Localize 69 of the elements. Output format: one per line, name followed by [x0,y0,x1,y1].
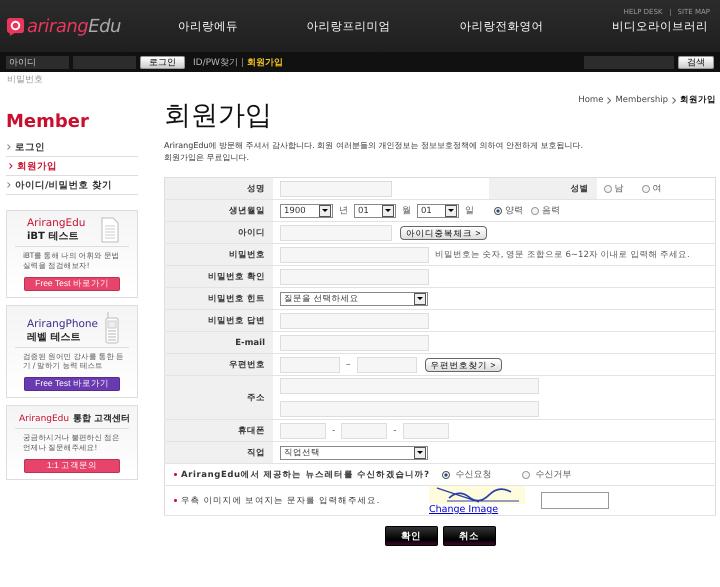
dropdown[interactable]: 01 [354,204,396,218]
unit-text: 일 [464,205,475,217]
card-brand: ArirangEdu [27,217,86,229]
dropdown[interactable]: 직업선택 [280,446,428,460]
separator-text: - [392,426,398,436]
radio-button[interactable]: 수신요청 [442,468,492,481]
nav-link[interactable]: 아리랑에듀 [156,18,260,34]
header-link[interactable]: ID/PW찾기 [193,56,238,68]
newsletter-question: ArirangEdu에서 제공하는 뉴스레터를 수신하겠습니까? [181,468,430,480]
nav-link[interactable]: 비디오라이브러리 [590,18,708,34]
card-brand: ArirangPhone [27,318,98,330]
radio-button[interactable]: 수신거부 [522,468,572,481]
dropdown[interactable]: 1900 [280,204,333,218]
radio-button[interactable]: 음력 [531,204,560,217]
intro-text: ArirangEdu에 방문해 주셔서 감사합니다. 회원 여러분들의 개인정보는 정보보호정책에 의하여 안전하게 보호됩니다. [164,140,584,152]
id-check-button[interactable]: 아이디중복체크 > [400,226,487,240]
header-link[interactable]: 회원가입 [246,56,283,68]
field-label: 주소 [164,376,273,420]
field-label: 휴대폰 [164,420,273,442]
unit-text: 월 [401,205,412,217]
breadcrumb-link[interactable]: 회원가입 [680,94,716,106]
free-test-button[interactable]: 1:1 고객문의 [24,458,120,472]
card-title: 레벨 테스트 [27,330,82,344]
sidebar-item[interactable]: 아이디/비밀번호 찾기 [6,176,138,194]
change-image-link[interactable]: Change Image [429,504,525,515]
logo[interactable]: arirangEdu [6,16,156,36]
zip-search-button[interactable]: 우편번호찾기 > [424,358,502,372]
card-title: iBT 테스트 [27,230,80,243]
field-label: 비밀번호 [164,244,273,266]
card-brand: ArirangEdu [19,414,70,424]
field-label: 직업 [164,442,273,464]
field-label: 우편번호 [164,354,273,376]
logo-text: arirangEdu [27,16,121,36]
search-button[interactable]: 검색 [678,56,714,68]
id-field[interactable]: 아이디 [6,56,69,68]
field-label: 비밀번호 답변 [164,310,273,332]
card-title: 통합 고객센터 [73,413,130,425]
field-label: 비밀번호 힌트 [164,288,273,310]
login-button[interactable]: 로그인 [140,56,185,68]
form-button[interactable]: 취소 [442,526,496,546]
field-label: 비밀번호 확인 [164,266,273,288]
sidebar-title: Member [6,111,90,132]
separator-text: - [331,426,336,436]
free-test-button[interactable]: Free Test 바로가기 [24,377,120,391]
field-label: 생년월일 [164,200,273,222]
free-test-button[interactable]: Free Test 바로가기 [24,276,120,290]
intro-text: 회원가입은 무료입니다. [164,152,250,164]
field-label: E-mail [164,332,273,354]
breadcrumb-link[interactable]: Home [578,95,604,105]
password-label: 비밀번호 [6,74,44,85]
radio-button[interactable]: 양력 [494,204,523,217]
unit-text: 년 [338,205,349,217]
radio-button[interactable]: 여 [642,182,662,195]
captcha-prompt: 우측 이미지에 보여지는 문자를 입력해주세요. [181,494,381,506]
breadcrumb-link[interactable]: Membership [615,95,668,105]
page-title: 회원가입 [164,99,272,133]
sidebar-item[interactable]: 로그인 [6,138,138,156]
nav-link[interactable]: 아리랑전화영어 [437,18,566,34]
field-label: 성별 [488,178,597,200]
dropdown[interactable]: 질문을 선택하세요 [280,292,428,306]
password-hint-text: 비밀번호는 숫자, 영문 조합으로 6~12자 이내로 입력해 주세요. [435,248,690,260]
radio-button[interactable]: 남 [604,182,624,195]
form-button[interactable]: 확인 [384,526,438,546]
sidebar-item[interactable]: 회원가입 [6,157,138,175]
separator-text: – [345,360,352,370]
field-label: 성명 [164,178,273,200]
nav-link[interactable]: 아리랑프리미엄 [284,18,413,34]
field-label: 아이디 [164,222,273,244]
dropdown[interactable]: 01 [417,204,459,218]
